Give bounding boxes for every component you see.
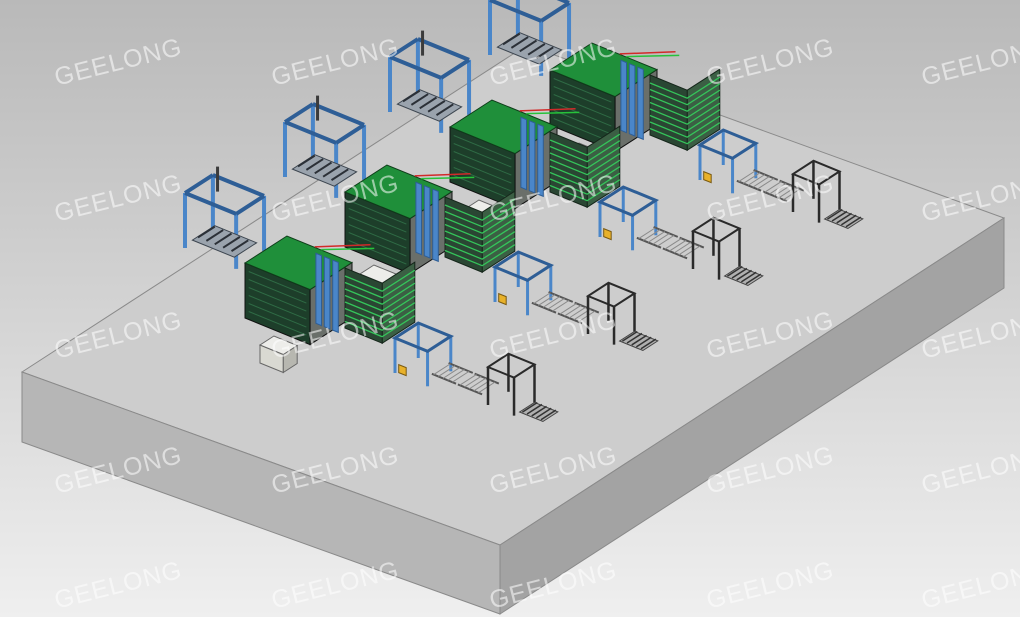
gantry-beam: [212, 173, 265, 198]
gantry-beam: [417, 37, 470, 62]
press-column: [528, 119, 536, 194]
press-column: [537, 123, 544, 198]
signal-cable-green: [626, 54, 680, 58]
press-column: [315, 252, 322, 327]
gantry-beam: [312, 102, 365, 127]
gantry-beam: [184, 191, 237, 216]
gantry-beam: [388, 37, 419, 59]
3d-viewport[interactable]: GEELONG GEELONG GEELONG GEELONG GEELONG GEELO…: [0, 0, 1020, 617]
press-column: [628, 62, 636, 137]
gantry-beam: [183, 173, 214, 195]
press-column: [323, 255, 331, 330]
gantry-beam: [389, 55, 442, 80]
gantry-beam: [556, 0, 570, 5]
press-column: [520, 116, 527, 191]
press-column: [332, 259, 339, 334]
gantry-beam: [283, 102, 314, 124]
gantry-beam: [440, 58, 471, 80]
gantry-beam: [540, 1, 571, 23]
gantry-beam: [335, 123, 366, 145]
press-column: [415, 181, 422, 256]
press-column: [423, 184, 431, 259]
gantry-beam: [284, 120, 337, 145]
press-column: [637, 66, 644, 141]
press-column: [432, 188, 439, 263]
gantry-beam: [489, 0, 542, 23]
gantry-beam: [235, 194, 266, 216]
press-column: [620, 59, 627, 134]
factory-layout-scene: [20, 0, 1006, 615]
signal-cable-red: [619, 51, 676, 55]
